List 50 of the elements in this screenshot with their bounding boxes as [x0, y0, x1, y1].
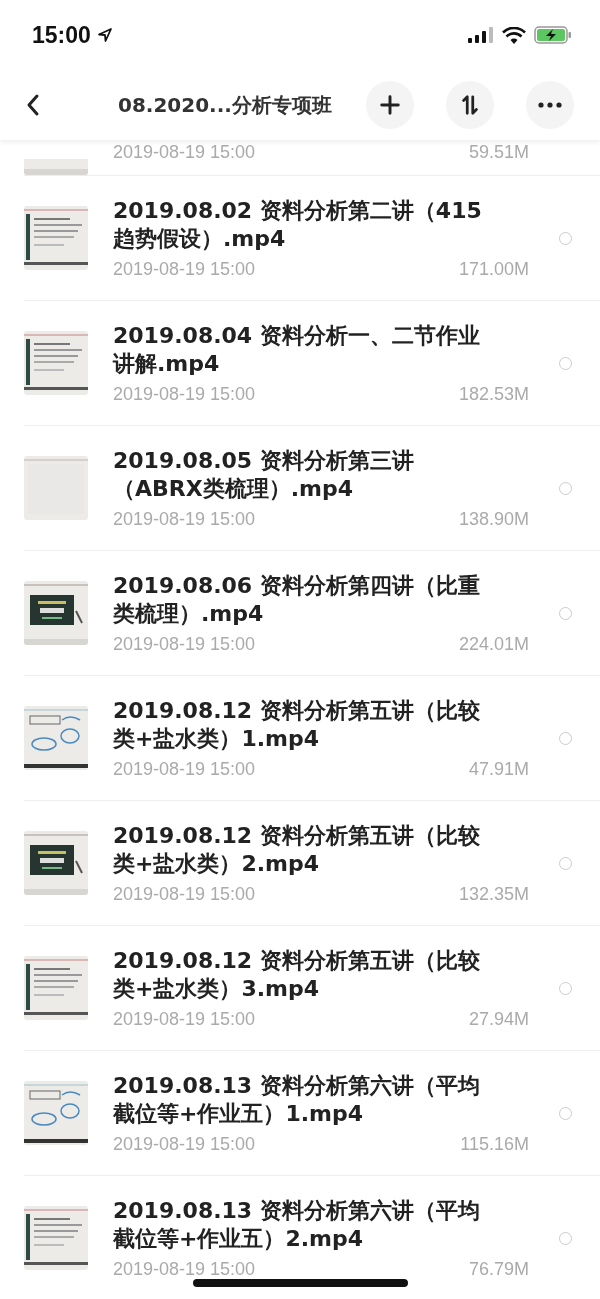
- file-size: 171.00M: [458, 258, 529, 280]
- sort-button[interactable]: [446, 81, 494, 129]
- file-name: 2019.08.12 资料分析第五讲（比较类+盐水类）1.mp4: [113, 696, 481, 753]
- file-size: 224.01M: [458, 633, 529, 655]
- file-row[interactable]: 2019.08.12 资料分析第五讲（比较类+盐水类）1.mp4 2019-08-19 15:00 47.91M: [24, 676, 600, 801]
- add-button[interactable]: [366, 81, 414, 129]
- file-size: 182.53M: [458, 383, 529, 405]
- file-name: 2019.08.04 资料分析一、二节作业讲解.mp4: [113, 321, 481, 378]
- plus-icon: [379, 94, 401, 116]
- file-date: 2019-08-19 15:00: [113, 258, 256, 280]
- file-date: 2019-08-19 15:00: [113, 633, 256, 655]
- file-size: 132.35M: [458, 883, 529, 905]
- file-date: 2019-08-19 15:00: [113, 142, 256, 163]
- file-date: 2019-08-19 15:00: [113, 1258, 256, 1280]
- wifi-icon: [502, 26, 526, 44]
- file-row[interactable]: 2019.08.04 资料分析一、二节作业讲解.mp4 2019-08-19 15:00 182.53M: [24, 301, 600, 426]
- file-row[interactable]: 2019.08.13 资料分析第六讲（平均截位等+作业五）1.mp4 2019-08-19 15:00 115.16M: [24, 1051, 600, 1176]
- file-row[interactable]: 2019.08.02 资料分析第二讲（415趋势假设）.mp4 2019-08-19 15:00 171.00M: [24, 176, 600, 301]
- chevron-left-icon: [26, 93, 40, 117]
- clock: 15:00: [32, 21, 91, 49]
- file-name: 2019.08.12 资料分析第五讲（比较类+盐水类）3.mp4: [113, 946, 481, 1003]
- more-button[interactable]: [526, 81, 574, 129]
- file-row[interactable]: 2019.08.05 资料分析第三讲（ABRX类梳理）.mp4 2019-08-19 15:00 138.90M: [24, 426, 600, 551]
- folder-title: 08.2020...分析专项班: [118, 91, 332, 119]
- file-name: 2019.08.13 资料分析第六讲（平均截位等+作业五）2.mp4: [113, 1196, 481, 1253]
- file-name: 2019.08.12 资料分析第五讲（比较类+盐水类）2.mp4: [113, 821, 481, 878]
- sort-arrows-icon: [459, 94, 481, 116]
- file-row[interactable]: 2019.08.12 资料分析第五讲（比较类+盐水类）2.mp4 2019-08-19 15:00 132.35M: [24, 801, 600, 926]
- file-date: 2019-08-19 15:00: [113, 1133, 256, 1155]
- file-date: 2019-08-19 15:00: [113, 758, 256, 780]
- file-date: 2019-08-19 15:00: [113, 883, 256, 905]
- file-size: 76.79M: [468, 1258, 529, 1280]
- file-size: 47.91M: [468, 758, 529, 780]
- file-name: 2019.08.05 资料分析第三讲（ABRX类梳理）.mp4: [113, 446, 415, 503]
- signal-icon: [468, 27, 494, 43]
- location-arrow-icon: [96, 27, 113, 43]
- more-icon: [538, 102, 562, 108]
- file-size: 59.51M: [468, 142, 529, 163]
- file-name: 2019.08.06 资料分析第四讲（比重类梳理）.mp4: [113, 571, 481, 628]
- file-name: 2019.08.02 资料分析第二讲（415趋势假设）.mp4: [113, 196, 483, 253]
- file-size: 138.90M: [458, 508, 529, 530]
- file-date: 2019-08-19 15:00: [113, 1008, 256, 1030]
- battery-charging-icon: [534, 26, 572, 44]
- file-row[interactable]: 2019.08.12 资料分析第五讲（比较类+盐水类）3.mp4 2019-08-19 15:00 27.94M: [24, 926, 600, 1051]
- file-date: 2019-08-19 15:00: [113, 508, 256, 530]
- file-name: 2019.08.13 资料分析第六讲（平均截位等+作业五）1.mp4: [113, 1071, 481, 1128]
- file-size: 115.16M: [460, 1133, 529, 1155]
- file-date: 2019-08-19 15:00: [113, 383, 256, 405]
- file-row[interactable]: 2019.08.06 资料分析第四讲（比重类梳理）.mp4 2019-08-19 15:00 224.01M: [24, 551, 600, 676]
- file-size: 27.94M: [468, 1008, 529, 1030]
